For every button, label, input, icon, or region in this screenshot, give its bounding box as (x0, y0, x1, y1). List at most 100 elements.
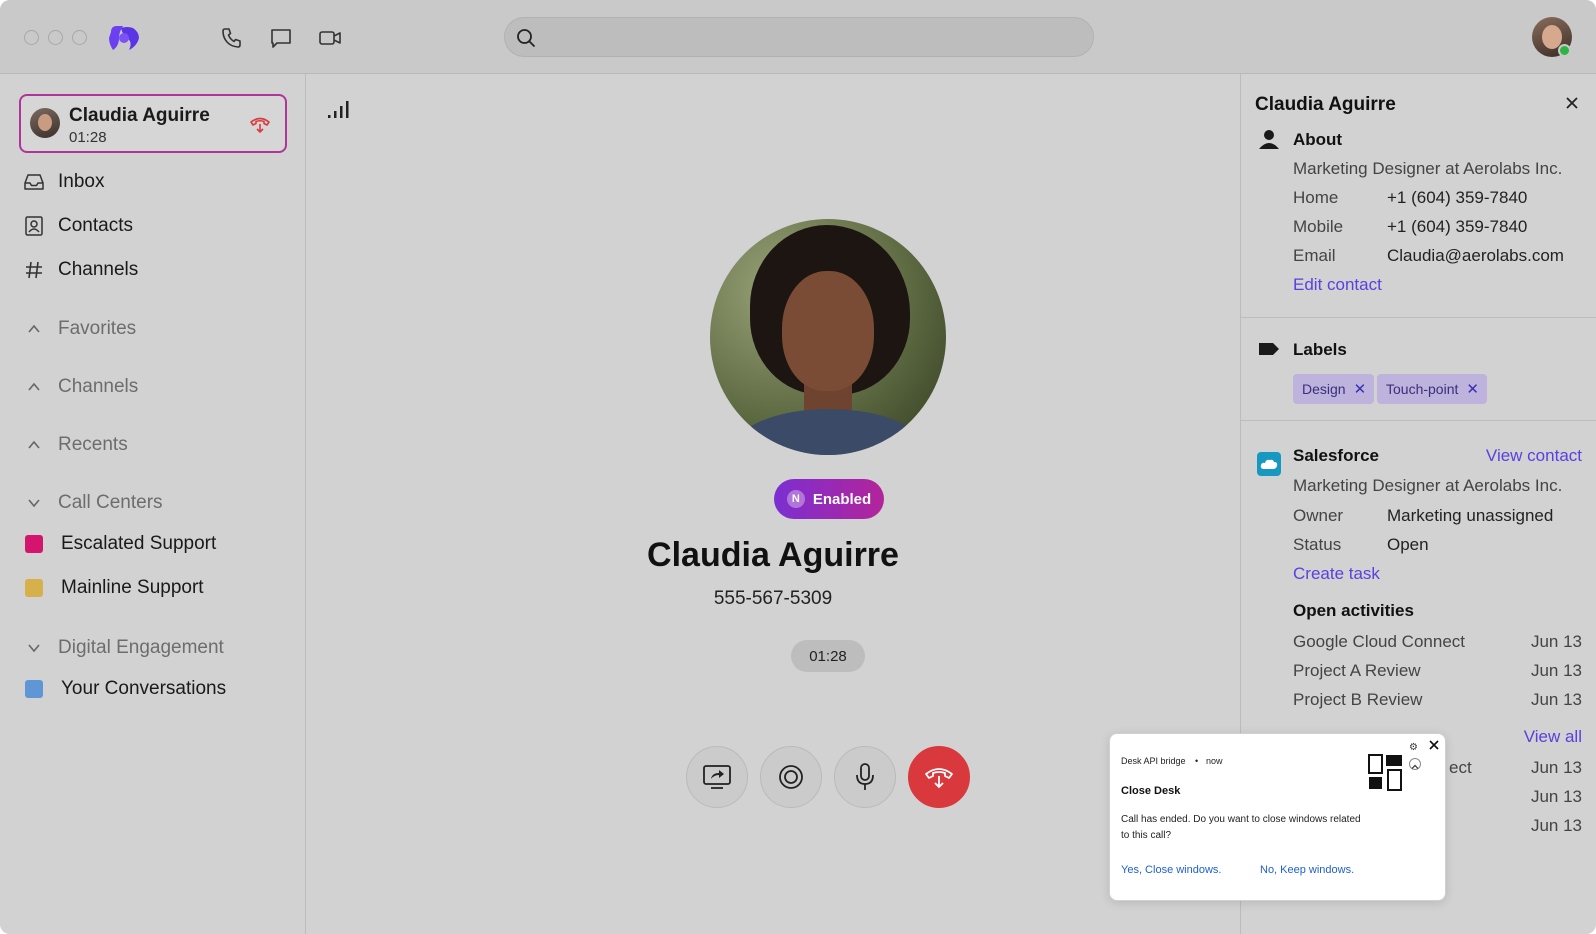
sidebar-item-label: Inbox (58, 171, 105, 192)
divider (1241, 317, 1596, 318)
hang-up-icon[interactable] (249, 113, 271, 135)
window-minimize-button[interactable] (48, 30, 63, 45)
view-contact-link[interactable]: View contact (1486, 446, 1582, 466)
record-button[interactable] (760, 746, 822, 808)
activity-date: Jun 13 (1530, 661, 1582, 680)
salesforce-icon (1257, 452, 1281, 476)
caller-number: 555-567-5309 (713, 588, 833, 609)
section-label: Channels (58, 376, 139, 397)
microphone-icon (856, 763, 874, 790)
close-windows-button[interactable]: Yes, Close windows. (1121, 864, 1221, 876)
field-key: Email (1293, 246, 1336, 265)
sidebar-item-mainline-support[interactable]: Mainline Support (22, 573, 204, 603)
sidebar-item-your-conversations[interactable]: Your Conversations (22, 674, 226, 704)
caller-avatar (30, 108, 60, 138)
salesforce-headline: Marketing Designer at Aerolabs Inc. (1293, 476, 1563, 495)
sidebar-item-contacts[interactable]: Contacts (22, 211, 133, 241)
section-digital-engagement[interactable]: Digital Engagement (22, 634, 224, 662)
sidebar-item-label: Escalated Support (61, 533, 217, 554)
tag-label: Design (1302, 381, 1346, 397)
create-task-link[interactable]: Create task (1293, 564, 1380, 584)
window-close-button[interactable] (24, 30, 39, 45)
section-label: Call Centers (58, 492, 163, 513)
field-key: Home (1293, 188, 1339, 207)
remove-tag-icon[interactable]: ✕ (1354, 380, 1367, 398)
sidebar-item-label: Your Conversations (61, 678, 227, 699)
activity-name[interactable]: ect (1449, 758, 1472, 778)
active-call-duration: 01:28 (69, 129, 107, 146)
section-call-centers[interactable]: Call Centers (22, 489, 163, 517)
section-label: Recents (58, 434, 128, 455)
search-icon (517, 29, 535, 47)
edit-contact-link[interactable]: Edit contact (1293, 275, 1382, 295)
n-logo-icon: N (786, 490, 805, 508)
mute-button[interactable] (834, 746, 896, 808)
home-phone[interactable]: +1 (604) 359-7840 (1387, 188, 1527, 208)
notification-time: now (1206, 756, 1223, 766)
phone-icon[interactable] (220, 26, 244, 50)
activity-date: Jun 13 (1530, 787, 1582, 806)
section-label: Digital Engagement (58, 637, 224, 658)
notification-toast[interactable]: Desk API bridge • now Close Desk Call ha… (1109, 733, 1446, 901)
view-all-link[interactable]: View all (1524, 727, 1582, 747)
mobile-phone[interactable]: +1 (604) 359-7840 (1387, 217, 1527, 237)
label-icon (1257, 337, 1281, 361)
tag-label: Touch-point (1386, 381, 1459, 397)
chevron-up-icon (22, 317, 46, 341)
notification-app: Desk API bridge (1121, 756, 1186, 766)
sidebar-item-escalated-support[interactable]: Escalated Support (22, 529, 216, 559)
caller-photo (710, 219, 946, 455)
caller-name: Claudia Aguirre (647, 536, 899, 574)
activity-date: Jun 13 (1530, 816, 1582, 835)
divider (1241, 420, 1596, 421)
activity-name[interactable]: Google Cloud Connect (1293, 632, 1465, 652)
end-call-button[interactable] (908, 746, 970, 808)
color-swatch (25, 680, 43, 698)
signal-strength-icon (328, 101, 349, 118)
search-bar[interactable] (504, 17, 1094, 57)
about-title: About (1293, 130, 1343, 149)
sidebar-item-channels[interactable]: Channels (22, 255, 138, 285)
section-favorites[interactable]: Favorites (22, 315, 136, 343)
title-bar (0, 0, 1596, 74)
chat-icon[interactable] (269, 26, 293, 50)
section-label: Favorites (58, 318, 137, 339)
active-call-card[interactable]: Claudia Aguirre 01:28 (19, 94, 287, 153)
activity-date: Jun 13 (1530, 690, 1582, 709)
sidebar-item-label: Channels (58, 259, 139, 280)
presence-indicator (1558, 44, 1571, 57)
notification-title: Close Desk (1121, 785, 1181, 797)
field-key: Owner (1293, 506, 1344, 525)
status-value: Open (1387, 535, 1429, 554)
video-icon[interactable] (318, 26, 342, 50)
sidebar-item-inbox[interactable]: Inbox (22, 167, 104, 197)
gear-icon[interactable]: ⚙ (1409, 742, 1418, 753)
keep-windows-button[interactable]: No, Keep windows. (1260, 864, 1354, 876)
open-activities-title: Open activities (1293, 601, 1414, 620)
window-zoom-button[interactable] (72, 30, 87, 45)
email-value[interactable]: Claudia@aerolabs.com (1387, 246, 1564, 266)
field-key: Mobile (1293, 217, 1344, 236)
color-swatch (25, 579, 43, 597)
close-icon[interactable] (1563, 94, 1581, 112)
tag-design[interactable]: Design ✕ (1293, 374, 1375, 404)
notification-body: Call has ended. Do you want to close win… (1121, 814, 1361, 841)
activity-name[interactable]: Project B Review (1293, 690, 1422, 710)
screen-share-button[interactable] (686, 746, 748, 808)
remove-tag-icon[interactable]: ✕ (1466, 380, 1479, 398)
section-channels[interactable]: Channels (22, 373, 138, 401)
person-icon (1257, 127, 1281, 151)
section-recents[interactable]: Recents (22, 431, 128, 459)
activity-name[interactable]: Project A Review (1293, 661, 1421, 681)
notification-separator: • (1195, 756, 1199, 766)
sidebar: Claudia Aguirre 01:28 Inbox Contacts Cha… (0, 74, 306, 934)
tag-touch-point[interactable]: Touch-point ✕ (1377, 374, 1487, 404)
chevron-up-icon[interactable] (1409, 758, 1421, 770)
chevron-up-icon (22, 375, 46, 399)
close-icon[interactable] (1428, 739, 1440, 751)
record-icon (779, 765, 803, 789)
screen-share-icon (703, 765, 731, 789)
chevron-down-icon (22, 636, 46, 660)
chevron-up-icon (22, 433, 46, 457)
color-swatch (25, 535, 43, 553)
